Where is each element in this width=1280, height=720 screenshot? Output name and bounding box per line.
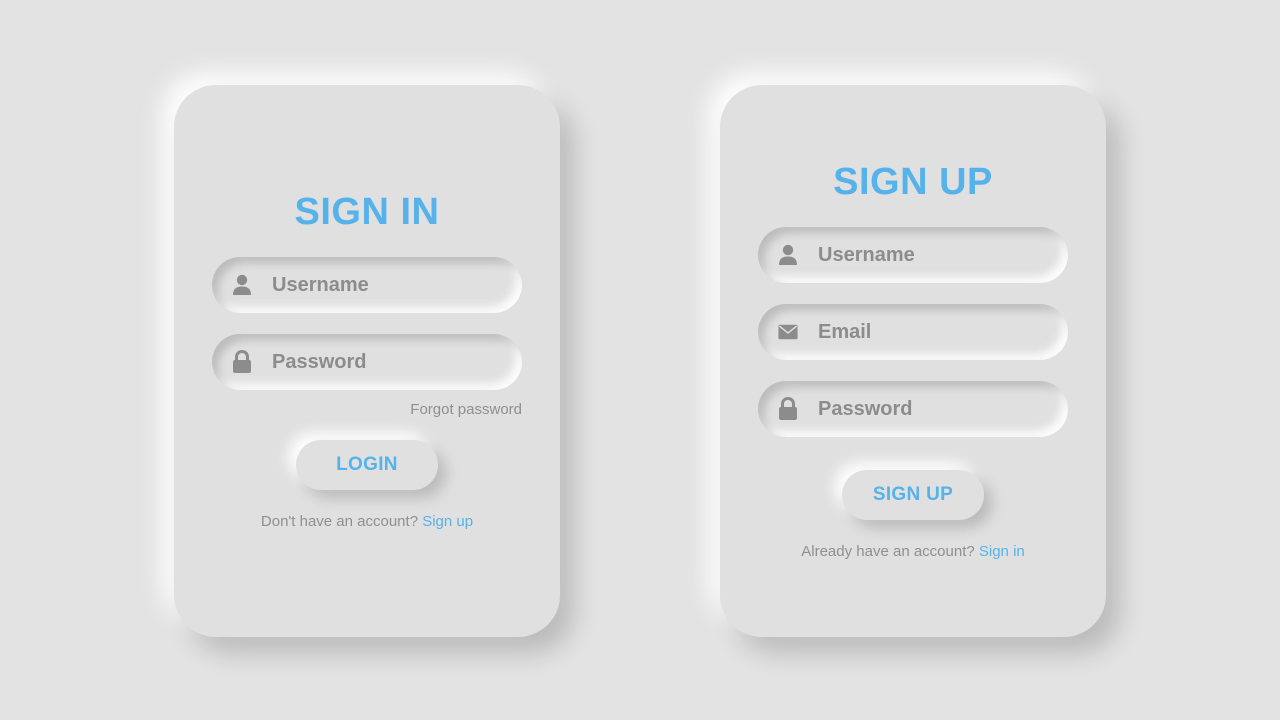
lock-icon	[232, 350, 252, 374]
login-button[interactable]: LOGIN	[296, 440, 438, 490]
user-icon	[232, 273, 252, 297]
signup-username-placeholder: Username	[818, 243, 915, 266]
signin-footer: Don't have an account? Sign up	[174, 513, 560, 530]
sign-in-card: SIGN IN Username Password Forgot passwor…	[174, 85, 560, 637]
user-icon	[778, 243, 798, 267]
sign-in-title: SIGN IN	[294, 191, 440, 233]
signin-username-placeholder: Username	[272, 273, 369, 296]
signup-footer-text: Already have an account?	[801, 543, 975, 560]
sign-up-button[interactable]: SIGN UP	[842, 470, 984, 520]
forgot-password-link[interactable]: Forgot password	[410, 401, 522, 418]
sign-in-link[interactable]: Sign in	[979, 543, 1025, 560]
signin-password-placeholder: Password	[272, 350, 367, 373]
page-canvas: SIGN IN Username Password Forgot passwor…	[0, 0, 1280, 720]
signup-footer: Already have an account? Sign in	[720, 543, 1106, 560]
signup-email-field[interactable]: Email	[758, 304, 1068, 360]
sign-up-card: SIGN UP Username Email Password SIGN UP …	[720, 85, 1106, 637]
signin-password-field[interactable]: Password	[212, 334, 522, 390]
signup-username-field[interactable]: Username	[758, 227, 1068, 283]
signup-password-placeholder: Password	[818, 397, 913, 420]
envelope-icon	[778, 320, 798, 344]
sign-up-link[interactable]: Sign up	[422, 513, 473, 530]
signin-username-field[interactable]: Username	[212, 257, 522, 313]
signup-email-placeholder: Email	[818, 320, 872, 343]
lock-icon	[778, 397, 798, 421]
signup-password-field[interactable]: Password	[758, 381, 1068, 437]
sign-up-title: SIGN UP	[833, 161, 993, 203]
signin-footer-text: Don't have an account?	[260, 513, 419, 530]
